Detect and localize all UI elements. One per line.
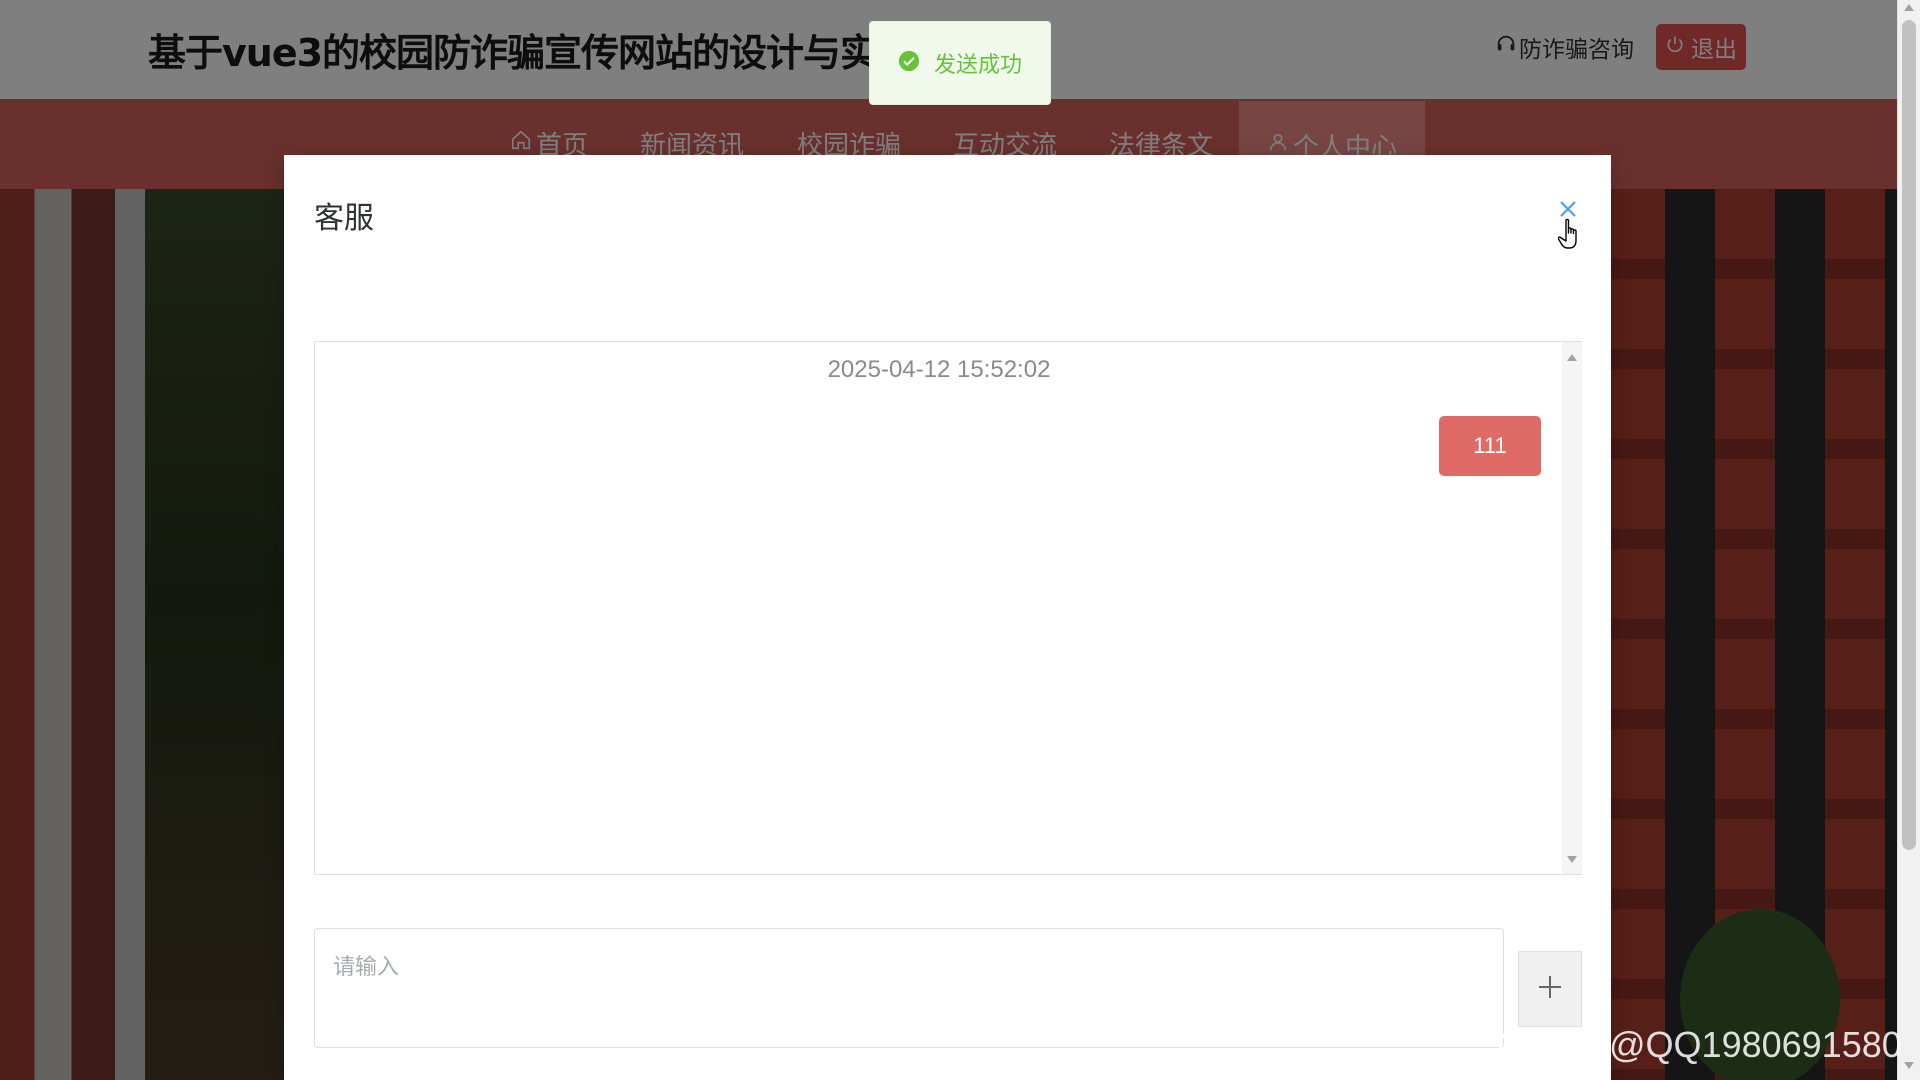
customer-service-dialog: 客服 2025-04-12 15:52:02 111: [284, 155, 1611, 1080]
chat-scrollbar[interactable]: [1562, 342, 1582, 874]
chat-history[interactable]: 2025-04-12 15:52:02 111: [314, 341, 1582, 875]
message-timestamp: 2025-04-12 15:52:02: [827, 356, 1051, 383]
success-toast: 发送成功: [869, 21, 1051, 105]
page-scrollbar[interactable]: [1897, 0, 1920, 1080]
scroll-down-icon[interactable]: [1904, 1062, 1914, 1069]
check-circle-icon: [898, 50, 920, 76]
dialog-title: 客服: [314, 201, 374, 236]
send-button[interactable]: [1518, 951, 1582, 1027]
toast-message: 发送成功: [933, 53, 1022, 78]
sent-message-bubble: 111: [1439, 416, 1541, 476]
watermark-text: CSDN @QQ1980691580: [1497, 1024, 1902, 1065]
scrollbar-thumb[interactable]: [1902, 20, 1916, 850]
plus-icon: [1536, 973, 1564, 1005]
chat-scroll-up-icon[interactable]: [1567, 354, 1577, 361]
chat-scroll-down-icon[interactable]: [1567, 856, 1577, 863]
scroll-up-icon[interactable]: [1904, 4, 1914, 11]
hand-cursor-icon: [1558, 218, 1577, 249]
message-input[interactable]: [314, 928, 1504, 1048]
